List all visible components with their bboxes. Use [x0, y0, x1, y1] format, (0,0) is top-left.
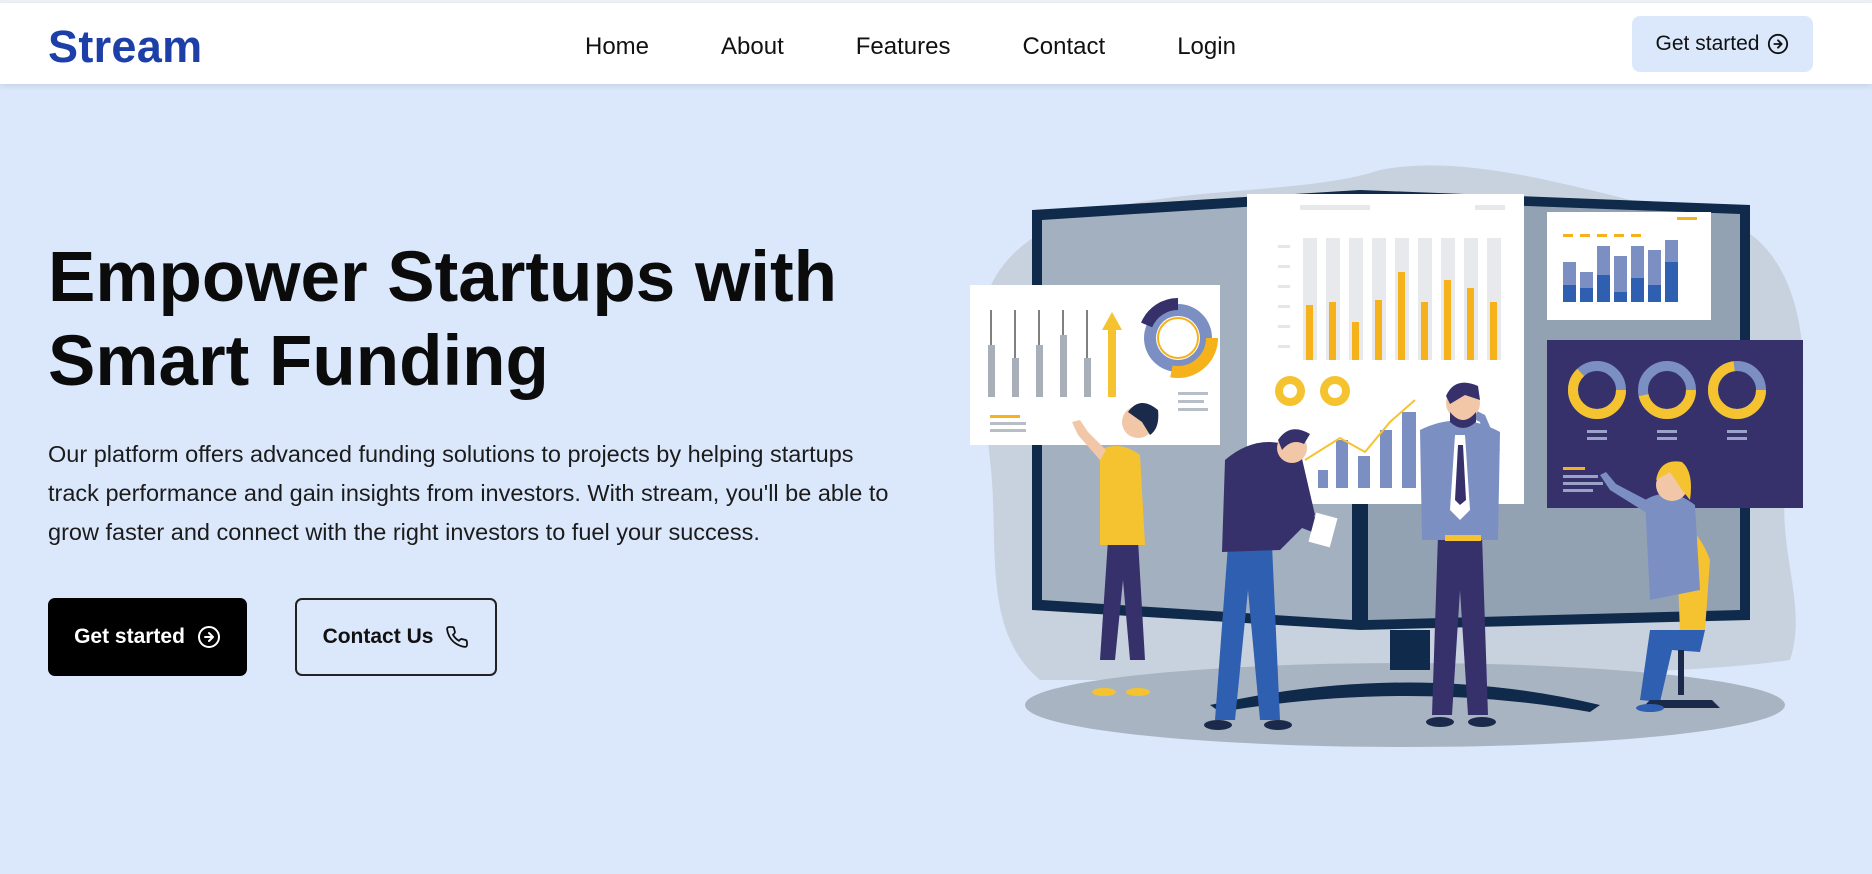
chart-card-right-top: [1547, 212, 1711, 320]
navbar: Stream Home About Features Contact Login…: [0, 3, 1872, 84]
hero-illustration: [970, 165, 1804, 747]
hero-get-started-button[interactable]: Get started: [48, 598, 247, 676]
hero-get-started-label: Get started: [74, 625, 185, 648]
arrow-right-circle-icon: [1768, 33, 1789, 55]
nav-link-login[interactable]: Login: [1177, 33, 1236, 61]
arrow-right-circle-icon: [197, 626, 220, 648]
hero-description: Our platform offers advanced funding sol…: [48, 441, 889, 545]
nav-get-started-label: Get started: [1655, 32, 1760, 55]
nav-menu: Home About Features Contact Login: [585, 33, 1236, 61]
hero-title-line-1: Empower Startups with: [48, 238, 837, 317]
phone-icon: [446, 626, 469, 648]
nav-get-started-button[interactable]: Get started: [1632, 16, 1813, 72]
hero-title-line-2: Smart Funding: [48, 322, 549, 401]
hero-title: Empower Startups with Smart Funding: [48, 236, 928, 404]
contact-us-button[interactable]: Contact Us: [295, 598, 497, 676]
brand-logo[interactable]: Stream: [48, 21, 202, 73]
nav-link-home[interactable]: Home: [585, 33, 649, 61]
contact-us-label: Contact Us: [322, 625, 434, 648]
nav-link-about[interactable]: About: [721, 33, 784, 61]
nav-link-contact[interactable]: Contact: [1022, 33, 1105, 61]
nav-link-features[interactable]: Features: [856, 33, 951, 61]
chart-card-left: [970, 285, 1220, 445]
